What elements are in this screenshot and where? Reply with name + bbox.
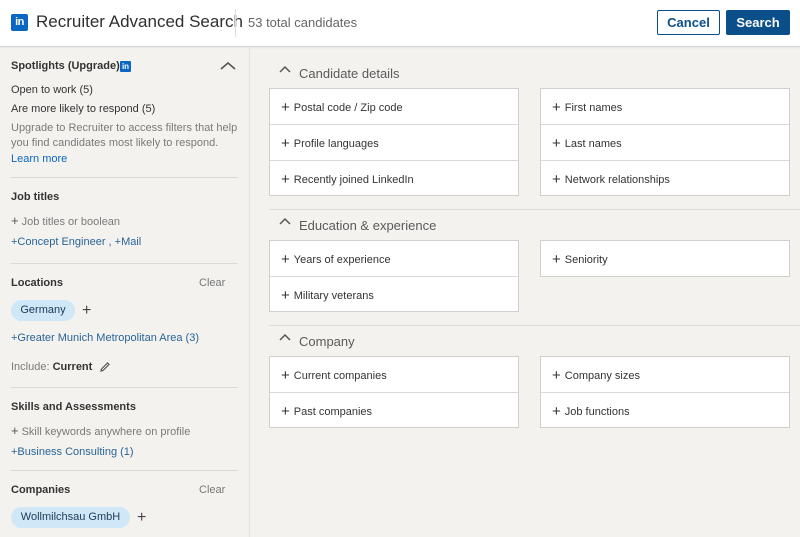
filter-military-veterans[interactable]: + Military veterans: [270, 276, 518, 311]
education-right-card: + Seniority: [540, 240, 790, 277]
filter-current-companies[interactable]: + Current companies: [270, 357, 518, 392]
location-pill-germany[interactable]: Germany: [11, 300, 75, 321]
chevron-up-icon[interactable]: [279, 330, 291, 344]
divider: [11, 263, 238, 264]
companies-clear-button[interactable]: Clear: [199, 484, 225, 496]
filter-label: Postal code / Zip code: [293, 102, 403, 114]
job-titles-input[interactable]: + Job titles or boolean: [11, 213, 120, 230]
filter-last-names[interactable]: + Last names: [541, 124, 789, 159]
divider: [11, 387, 238, 388]
add-company-plus-icon[interactable]: +: [137, 510, 146, 526]
plus-icon: +: [552, 367, 561, 384]
divider: [269, 325, 800, 326]
companies-title: Companies: [11, 484, 71, 496]
section-title-education: Education & experience: [299, 218, 437, 233]
section-title-candidate-details: Candidate details: [299, 66, 400, 81]
education-left-card: + Years of experience + Military veterans: [269, 240, 519, 312]
filter-label: Seniority: [564, 254, 608, 266]
page-title: Recruiter Advanced Search: [36, 12, 243, 31]
job-titles-placeholder: Job titles or boolean: [21, 216, 121, 228]
plus-icon: +: [11, 213, 19, 228]
filter-label: Company sizes: [564, 370, 640, 382]
locations-title: Locations: [11, 277, 63, 289]
spotlight-likely-to-respond[interactable]: Are more likely to respond (5): [11, 103, 155, 115]
divider: [11, 470, 238, 471]
linkedin-logo-icon: in: [11, 14, 28, 31]
pencil-icon[interactable]: [99, 361, 111, 373]
locations-clear-button[interactable]: Clear: [199, 277, 225, 289]
add-location-plus-icon[interactable]: +: [82, 303, 91, 319]
filters-sidebar: Spotlights (Upgrade) in Open to work (5)…: [0, 48, 250, 537]
section-title-company: Company: [299, 334, 355, 349]
filter-company-sizes[interactable]: + Company sizes: [541, 357, 789, 392]
plus-icon: +: [281, 171, 290, 188]
include-value: Current: [52, 361, 93, 373]
filter-label: First names: [564, 102, 623, 114]
filter-label: Job functions: [564, 406, 630, 418]
company-pill[interactable]: Wollmilchsau GmbH: [11, 507, 130, 528]
filter-profile-languages[interactable]: + Profile languages: [270, 124, 518, 159]
divider: [269, 209, 800, 210]
plus-icon: +: [552, 403, 561, 420]
filter-postal-code[interactable]: + Postal code / Zip code: [270, 89, 518, 124]
skills-placeholder: Skill keywords anywhere on profile: [21, 426, 191, 438]
spotlight-open-to-work[interactable]: Open to work (5): [11, 84, 93, 96]
linkedin-badge-icon: in: [120, 61, 131, 72]
plus-icon: +: [281, 99, 290, 116]
filter-recently-joined[interactable]: + Recently joined LinkedIn: [270, 160, 518, 195]
plus-icon: +: [281, 287, 290, 304]
job-titles-title: Job titles: [11, 191, 60, 203]
divider: [11, 177, 238, 178]
filter-label: Last names: [564, 138, 622, 150]
plus-icon: +: [552, 135, 561, 152]
search-button[interactable]: Search: [726, 10, 790, 35]
filter-years-of-experience[interactable]: + Years of experience: [270, 241, 518, 276]
plus-icon: +: [552, 251, 561, 268]
skills-suggestion[interactable]: +Business Consulting (1): [11, 446, 134, 458]
filter-seniority[interactable]: + Seniority: [541, 241, 789, 276]
candidate-details-left-card: + Postal code / Zip code + Profile languag…: [269, 88, 519, 196]
filter-label: Recently joined LinkedIn: [293, 174, 414, 186]
cancel-button[interactable]: Cancel: [657, 10, 720, 35]
chevron-up-icon[interactable]: [279, 62, 291, 76]
company-left-card: + Current companies + Past companies: [269, 356, 519, 428]
include-label: Include:: [11, 361, 50, 373]
header-bar: in Recruiter Advanced Search 53 total ca…: [0, 0, 800, 47]
total-candidates: 53 total candidates: [248, 15, 358, 30]
candidate-details-right-card: + First names + Last names + Network relati…: [540, 88, 790, 196]
skills-input[interactable]: + Skill keywords anywhere on profile: [11, 423, 190, 440]
spotlights-title: Spotlights (Upgrade): [11, 60, 120, 72]
filter-label: Profile languages: [293, 138, 379, 150]
plus-icon: +: [281, 135, 290, 152]
plus-icon: +: [281, 367, 290, 384]
filter-job-functions[interactable]: + Job functions: [541, 392, 789, 427]
skills-title: Skills and Assessments: [11, 401, 136, 413]
chevron-up-icon[interactable]: [220, 62, 236, 70]
upgrade-text-line-2: you find candidates most likely to respo…: [11, 137, 219, 149]
filter-label: Current companies: [293, 370, 387, 382]
upgrade-text-line-1: Upgrade to Recruiter to access filters t…: [11, 122, 238, 134]
plus-icon: +: [281, 403, 290, 420]
filter-label: Military veterans: [293, 290, 374, 302]
learn-more-link[interactable]: Learn more: [11, 153, 67, 165]
filter-network-relationships[interactable]: + Network relationships: [541, 160, 789, 195]
filter-label: Past companies: [293, 406, 373, 418]
filter-past-companies[interactable]: + Past companies: [270, 392, 518, 427]
include-row: Include: Current: [11, 360, 92, 375]
header-divider: [235, 9, 236, 37]
location-suggestion[interactable]: +Greater Munich Metropolitan Area (3): [11, 332, 199, 344]
filter-label: Years of experience: [293, 254, 391, 266]
plus-icon: +: [552, 99, 561, 116]
company-right-card: + Company sizes + Job functions: [540, 356, 790, 428]
filter-label: Network relationships: [564, 174, 670, 186]
chevron-up-icon[interactable]: [279, 214, 291, 228]
plus-icon: +: [281, 251, 290, 268]
plus-icon: +: [552, 171, 561, 188]
filter-first-names[interactable]: + First names: [541, 89, 789, 124]
job-titles-suggestions[interactable]: +Concept Engineer , +Mail: [11, 236, 141, 248]
plus-icon: +: [11, 423, 19, 438]
